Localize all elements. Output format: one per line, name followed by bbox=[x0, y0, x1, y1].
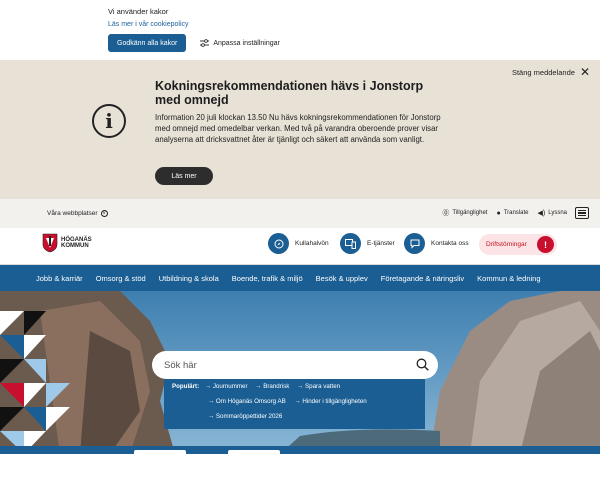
search-input[interactable]: Sök här bbox=[152, 351, 438, 379]
chat-icon bbox=[404, 233, 425, 254]
main-nav: Jobb & karriär Omsorg & stöd Utbildning … bbox=[0, 264, 600, 291]
popular-label: Populärt: bbox=[172, 383, 200, 390]
popular-link-omsorg[interactable]: → Om Höganäs Omsorg AB bbox=[208, 398, 286, 405]
read-more-button[interactable]: Läs mer bbox=[155, 167, 213, 185]
listen-label: Lyssna bbox=[548, 210, 567, 216]
cookie-settings-label: Anpassa inställningar bbox=[213, 39, 280, 47]
kullahalvon-link[interactable]: Kullahalvön bbox=[268, 233, 329, 254]
contact-link[interactable]: Kontakta oss bbox=[404, 233, 469, 254]
nav-item-kommun[interactable]: Kommun & ledning bbox=[477, 274, 540, 283]
our-websites-label: Våra webbplatser bbox=[47, 210, 98, 217]
e-services-label: E-tjänster bbox=[367, 240, 395, 247]
utility-bar: Våra webbplatser ˅ ⓪ Tillgänglighet ● Tran… bbox=[0, 198, 600, 228]
nav-item-boende[interactable]: Boende, trafik & miljö bbox=[232, 274, 303, 283]
accept-cookies-button[interactable]: Godkänn alla kakor bbox=[108, 34, 187, 52]
close-alert-button[interactable]: Stäng meddelande ✕ bbox=[512, 66, 590, 78]
e-services-link[interactable]: E-tjänster bbox=[340, 233, 395, 254]
cookie-policy-link[interactable]: Läs mer i vår cookiepolicy bbox=[108, 21, 600, 28]
cookie-banner: Vi använder kakor Läs mer i vår cookiepo… bbox=[0, 0, 600, 60]
hero: Sök här Populärt: → Journummer → Brandri… bbox=[0, 291, 600, 454]
search-placeholder: Sök här bbox=[164, 359, 197, 371]
close-alert-label: Stäng meddelande bbox=[511, 67, 575, 77]
compass-icon bbox=[268, 233, 289, 254]
close-icon: ✕ bbox=[579, 65, 590, 79]
nav-item-utbildning[interactable]: Utbildning & skola bbox=[159, 274, 219, 283]
hamburger-icon bbox=[578, 209, 586, 211]
nav-item-foretagande[interactable]: Företagande & näringsliv bbox=[381, 274, 464, 283]
chevron-down-icon: ˅ bbox=[100, 210, 108, 217]
logo[interactable]: HÖGANÄS KOMMUN bbox=[42, 233, 92, 253]
warning-icon: ! bbox=[537, 236, 554, 253]
disruptions-button[interactable]: Driftstörningar ! bbox=[479, 234, 557, 255]
alert-body: Information 20 juli klockan 13.50 Nu häv… bbox=[155, 113, 441, 145]
coat-of-arms-icon bbox=[42, 233, 58, 253]
kullahalvon-label: Kullahalvön bbox=[295, 240, 329, 247]
translate-button[interactable]: ● Translate bbox=[496, 210, 528, 217]
info-icon: i bbox=[92, 104, 126, 138]
device-icon bbox=[340, 233, 361, 254]
accessibility-label: Tillgänglighet bbox=[452, 210, 488, 216]
accessibility-icon: ⓪ bbox=[442, 210, 450, 217]
search-area: Sök här Populärt: → Journummer → Brandri… bbox=[152, 351, 438, 429]
search-icon[interactable] bbox=[416, 358, 429, 371]
contact-label: Kontakta oss bbox=[431, 240, 469, 247]
nav-item-besok[interactable]: Besök & upplev bbox=[316, 274, 368, 283]
nav-item-jobb[interactable]: Jobb & karriär bbox=[36, 274, 83, 283]
logo-line-2: KOMMUN bbox=[61, 243, 89, 249]
speaker-icon: ◀) bbox=[537, 210, 546, 217]
accessibility-link[interactable]: ⓪ Tillgänglighet bbox=[442, 208, 487, 218]
cookie-settings-button[interactable]: Anpassa inställningar bbox=[200, 39, 280, 47]
nav-item-omsorg[interactable]: Omsorg & stöd bbox=[96, 274, 146, 283]
popular-link-journummer[interactable]: → Journummer bbox=[205, 383, 248, 390]
site-header: HÖGANÄS KOMMUN Kullahalvön E-tjänster Ko… bbox=[0, 228, 600, 264]
listen-button[interactable]: ◀) Lyssna bbox=[537, 209, 567, 217]
popular-link-spara-vatten[interactable]: → Spara vatten bbox=[297, 383, 340, 390]
cookie-title: Vi använder kakor bbox=[108, 7, 169, 16]
logo-text: HÖGANÄS KOMMUN bbox=[61, 237, 92, 250]
globe-icon: ● bbox=[496, 209, 501, 217]
utility-tools: ⓪ Tillgänglighet ● Translate ◀) Lyssna bbox=[433, 207, 589, 219]
sliders-icon bbox=[200, 39, 210, 47]
popular-link-sommar[interactable]: → Sommaröppettider 2026 bbox=[208, 413, 282, 420]
cookie-actions: Godkänn alla kakor Anpassa inställningar bbox=[108, 34, 600, 52]
popular-link-brandrisk[interactable]: → Brandrisk bbox=[255, 383, 289, 390]
popular-links: Populärt: → Journummer → Brandrisk → Spa… bbox=[164, 379, 425, 429]
alert-banner: Stäng meddelande ✕ i Kokningsrekommendat… bbox=[0, 60, 600, 198]
translate-label: Translate bbox=[503, 210, 529, 216]
alert-title: Kokningsrekommendationen hävs i Jonstorp… bbox=[155, 79, 424, 107]
menu-button[interactable] bbox=[575, 207, 589, 219]
popular-link-hinder[interactable]: → Hinder i tillgängligheten bbox=[294, 398, 366, 405]
disruptions-label: Driftstörningar bbox=[486, 241, 527, 248]
our-websites-dropdown[interactable]: Våra webbplatser ˅ bbox=[47, 210, 108, 217]
hero-bottom-strip bbox=[0, 446, 600, 454]
